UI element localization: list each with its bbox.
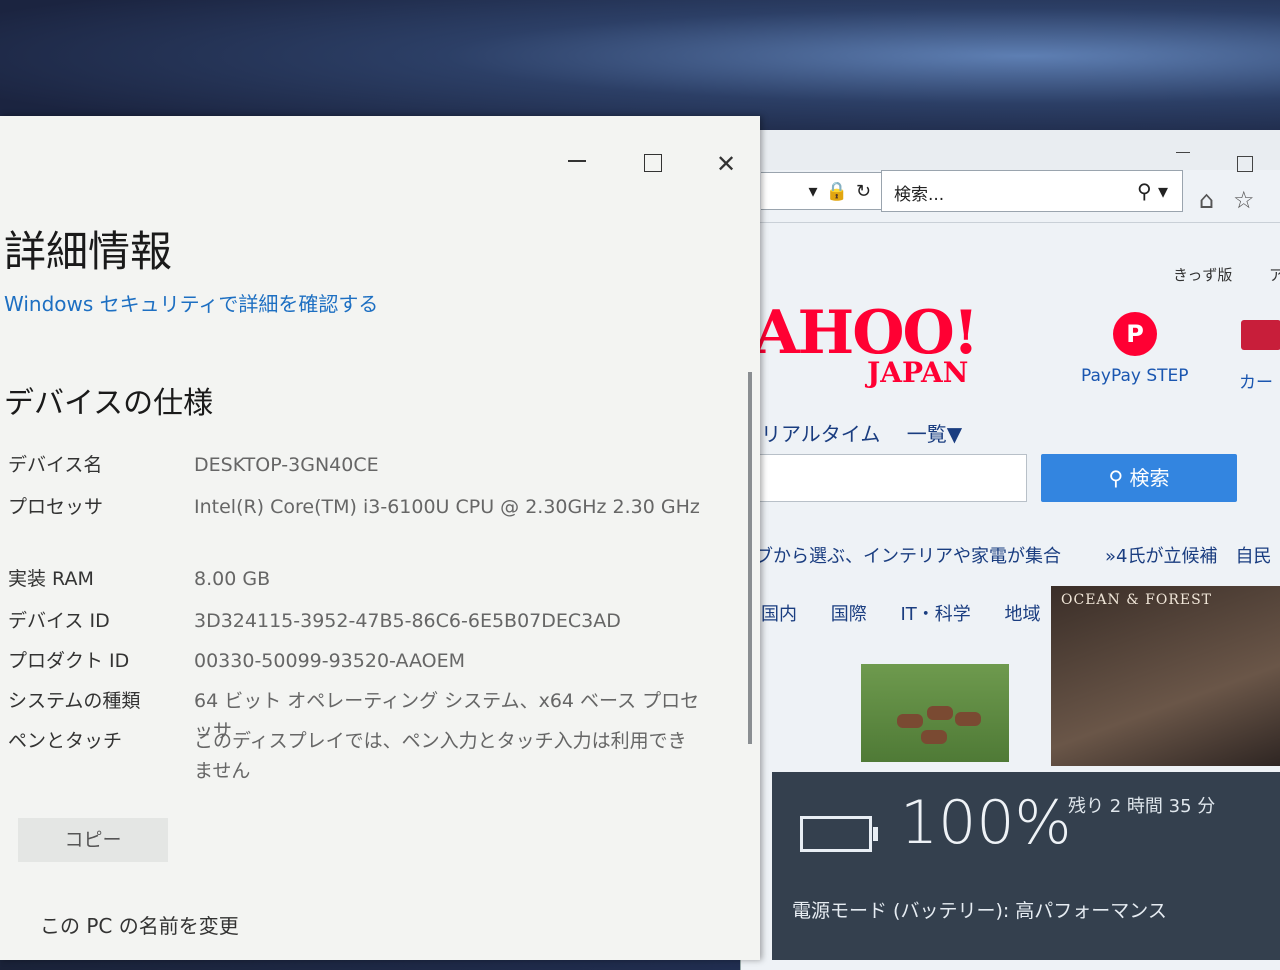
spec-value: DESKTOP-3GN40CE	[194, 454, 379, 476]
cow	[921, 730, 947, 744]
battery-icon	[800, 816, 878, 852]
search-placeholder: 検索...	[894, 185, 945, 205]
about-window: ✕ 詳細情報 Windows セキュリティで詳細を確認する デバイスの仕様 デバ…	[0, 116, 760, 960]
refresh-icon[interactable]: ↻	[856, 181, 871, 202]
battery-remaining: 残り 2 時間 35 分	[1068, 796, 1216, 817]
tab-list[interactable]: 一覧▼	[907, 422, 962, 446]
tab-international[interactable]: 国際	[831, 604, 867, 625]
page-title: 詳細情報	[4, 227, 173, 276]
address-bar[interactable]: ▾ 🔒 ↻	[761, 172, 882, 210]
maximize-icon[interactable]	[644, 154, 662, 172]
spec-value: Intel(R) Core(TM) i3-6100U CPU @ 2.30GHz…	[194, 496, 700, 518]
app-link[interactable]: アプ	[1269, 264, 1280, 285]
search-button-label: 検索	[1129, 466, 1170, 490]
spec-value: 8.00 GB	[194, 568, 271, 590]
copy-button[interactable]: コピー	[18, 818, 168, 862]
browser-minimize-button[interactable]	[1171, 142, 1197, 158]
browser-titlebar	[741, 130, 1280, 170]
tab-realtime[interactable]: リアルタイム	[761, 422, 880, 446]
yahoo-search-input[interactable]	[751, 454, 1027, 502]
cow	[955, 712, 981, 726]
cow	[927, 706, 953, 720]
favorites-star-icon[interactable]: ☆	[1233, 186, 1255, 214]
power-mode-label: 電源モード (バッテリー): 高パフォーマンス	[792, 900, 1167, 922]
kids-link[interactable]: きっず版	[1173, 264, 1232, 285]
search-tabs: リアルタイム 一覧▼	[761, 418, 982, 447]
minimize-icon[interactable]	[568, 160, 586, 162]
spec-value: 3D324115-3952-47B5-86C6-6E5B07DEC3AD	[194, 610, 621, 632]
promo-link[interactable]: ブから選ぶ、インテリアや家電が集合	[755, 542, 1061, 568]
spec-label: システムの種類	[8, 690, 141, 712]
tab-local[interactable]: 地域	[1005, 604, 1041, 625]
close-icon[interactable]: ✕	[716, 150, 736, 178]
news-category-tabs: 国内 国際 IT・科学 地域	[761, 600, 1069, 626]
yahoo-search-button[interactable]: ⚲ 検索	[1041, 454, 1237, 502]
spec-label: プロセッサ	[8, 496, 104, 518]
spec-label: 実装 RAM	[8, 568, 94, 590]
scrollbar[interactable]	[748, 372, 752, 744]
news-thumbnail[interactable]	[861, 664, 1009, 762]
spec-label: ペンとタッチ	[8, 730, 123, 752]
paypay-icon[interactable]: P	[1113, 312, 1157, 356]
home-icon[interactable]: ⌂	[1199, 186, 1214, 214]
lock-icon: 🔒	[825, 180, 848, 202]
search-icon: ⚲	[1108, 466, 1130, 490]
spec-label: プロダクト ID	[8, 650, 130, 672]
battery-percent: 100%	[900, 788, 1072, 858]
ad-banner-text: OCEAN & FOREST	[1061, 592, 1213, 608]
spec-label: デバイス ID	[8, 610, 110, 632]
browser-search-input[interactable]: 検索... ⚲ ▾	[881, 170, 1183, 212]
search-icon[interactable]: ⚲ ▾	[1137, 179, 1168, 203]
tab-domestic[interactable]: 国内	[761, 604, 797, 625]
security-link[interactable]: Windows セキュリティで詳細を確認する	[4, 288, 378, 317]
card-icon[interactable]	[1241, 320, 1280, 350]
specs-heading: デバイスの仕様	[4, 386, 214, 421]
cow	[897, 714, 923, 728]
news-headline-link[interactable]: »4氏が立候補 自民	[1105, 542, 1271, 568]
rename-pc-button[interactable]: この PC の名前を変更	[40, 910, 239, 939]
divider	[741, 222, 1280, 223]
ad-banner[interactable]	[1051, 586, 1280, 766]
spec-value: 00330-50099-93520-AAOEM	[194, 650, 466, 672]
spec-label: デバイス名	[8, 454, 103, 476]
spec-value: このディスプレイでは、ペン入力とタッチ入力は利用できません	[194, 730, 687, 782]
yahoo-logo-sub: JAPAN	[867, 356, 969, 389]
dropdown-icon[interactable]: ▾	[808, 181, 817, 202]
card-link[interactable]: カー	[1239, 368, 1273, 393]
paypay-step-link[interactable]: PayPay STEP	[1081, 366, 1189, 386]
browser-maximize-button[interactable]	[1237, 156, 1253, 172]
battery-flyout: 100% 残り 2 時間 35 分 電源モード (バッテリー): 高パフォーマン…	[772, 772, 1280, 960]
tab-it-science[interactable]: IT・科学	[900, 604, 970, 625]
